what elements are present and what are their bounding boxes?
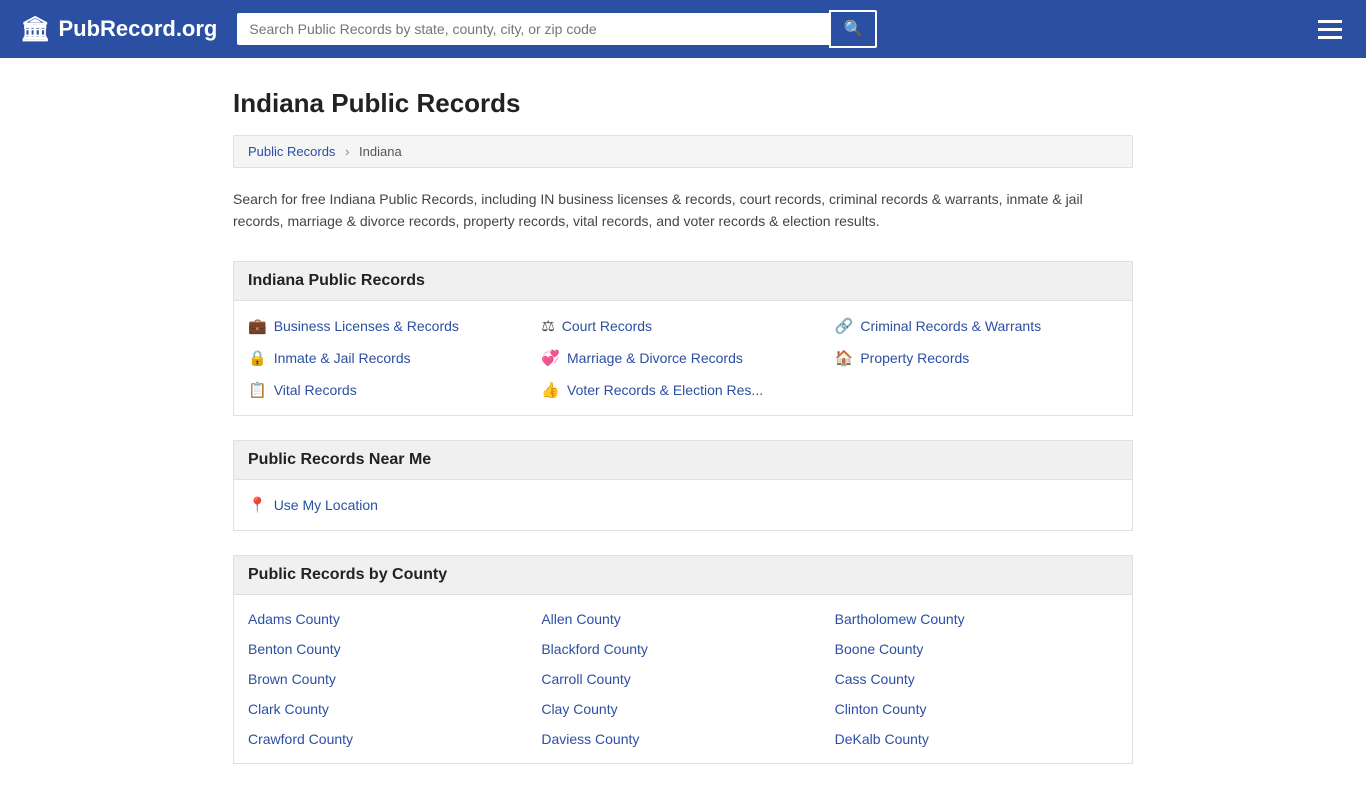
main-content: Indiana Public Records Public Records › …: [213, 58, 1153, 794]
breadcrumb-root[interactable]: Public Records: [248, 144, 335, 159]
logo[interactable]: 🏛 PubRecord.org: [20, 15, 217, 44]
county-item[interactable]: Clark County: [248, 701, 531, 717]
record-item[interactable]: 🔗 Criminal Records & Warrants: [835, 317, 1118, 335]
county-section-header: Public Records by County: [233, 555, 1133, 595]
record-icon: 📋: [248, 381, 267, 399]
search-icon: 🔍: [843, 21, 863, 38]
county-section: Adams County Allen County Bartholomew Coun…: [233, 595, 1133, 764]
search-button[interactable]: 🔍: [829, 10, 877, 48]
county-item[interactable]: Bartholomew County: [835, 611, 1118, 627]
record-icon: 💼: [248, 317, 267, 335]
county-item[interactable]: Clinton County: [835, 701, 1118, 717]
record-icon: 💞: [541, 349, 560, 367]
record-label: Business Licenses & Records: [274, 318, 459, 334]
county-item[interactable]: Adams County: [248, 611, 531, 627]
record-label: Court Records: [562, 318, 652, 334]
records-grid: 💼 Business Licenses & Records ⚖ Court Recor…: [234, 301, 1132, 415]
record-item[interactable]: 💞 Marriage & Divorce Records: [541, 349, 824, 367]
record-item[interactable]: 💼 Business Licenses & Records: [248, 317, 531, 335]
county-item[interactable]: Allen County: [541, 611, 824, 627]
breadcrumb: Public Records › Indiana: [233, 135, 1133, 168]
page-description: Search for free Indiana Public Records, …: [233, 188, 1133, 233]
use-my-location-label: Use My Location: [274, 497, 378, 513]
county-item[interactable]: Crawford County: [248, 731, 531, 747]
record-label: Property Records: [860, 350, 969, 366]
records-section-header: Indiana Public Records: [233, 261, 1133, 301]
record-item[interactable]: 📋 Vital Records: [248, 381, 531, 399]
header: 🏛 PubRecord.org 🔍: [0, 0, 1366, 58]
record-label: Voter Records & Election Res...: [567, 382, 763, 398]
near-me-body: 📍 Use My Location: [234, 480, 1132, 530]
records-section: 💼 Business Licenses & Records ⚖ Court Recor…: [233, 301, 1133, 416]
county-item[interactable]: Carroll County: [541, 671, 824, 687]
county-item[interactable]: Boone County: [835, 641, 1118, 657]
use-my-location-button[interactable]: 📍 Use My Location: [248, 496, 378, 514]
breadcrumb-separator: ›: [345, 144, 349, 159]
county-grid: Adams County Allen County Bartholomew Coun…: [234, 595, 1132, 763]
record-item[interactable]: ⚖ Court Records: [541, 317, 824, 335]
record-label: Inmate & Jail Records: [274, 350, 411, 366]
county-item[interactable]: Brown County: [248, 671, 531, 687]
record-item[interactable]: 👍 Voter Records & Election Res...: [541, 381, 824, 399]
near-me-section-header: Public Records Near Me: [233, 440, 1133, 480]
hamburger-line-1: [1318, 20, 1342, 23]
hamburger-menu-button[interactable]: [1314, 16, 1346, 43]
hamburger-line-3: [1318, 36, 1342, 39]
record-item[interactable]: 🏠 Property Records: [835, 349, 1118, 367]
record-icon: ⚖: [541, 317, 554, 335]
county-item[interactable]: DeKalb County: [835, 731, 1118, 747]
page-title: Indiana Public Records: [233, 88, 1133, 119]
county-item[interactable]: Benton County: [248, 641, 531, 657]
logo-icon: 🏛: [20, 15, 50, 44]
record-icon: 🏠: [835, 349, 854, 367]
record-label: Marriage & Divorce Records: [567, 350, 743, 366]
record-label: Vital Records: [274, 382, 357, 398]
record-icon: 🔒: [248, 349, 267, 367]
county-item[interactable]: Cass County: [835, 671, 1118, 687]
record-icon: 🔗: [835, 317, 854, 335]
county-item[interactable]: Clay County: [541, 701, 824, 717]
search-area: 🔍: [237, 10, 877, 48]
breadcrumb-current: Indiana: [359, 144, 402, 159]
search-input[interactable]: [237, 13, 829, 45]
record-label: Criminal Records & Warrants: [860, 318, 1041, 334]
county-item[interactable]: Blackford County: [541, 641, 824, 657]
record-icon: 👍: [541, 381, 560, 399]
hamburger-line-2: [1318, 28, 1342, 31]
location-icon: 📍: [248, 496, 267, 514]
near-me-section: 📍 Use My Location: [233, 480, 1133, 531]
county-item[interactable]: Daviess County: [541, 731, 824, 747]
record-item[interactable]: 🔒 Inmate & Jail Records: [248, 349, 531, 367]
logo-text: PubRecord.org: [58, 16, 217, 42]
